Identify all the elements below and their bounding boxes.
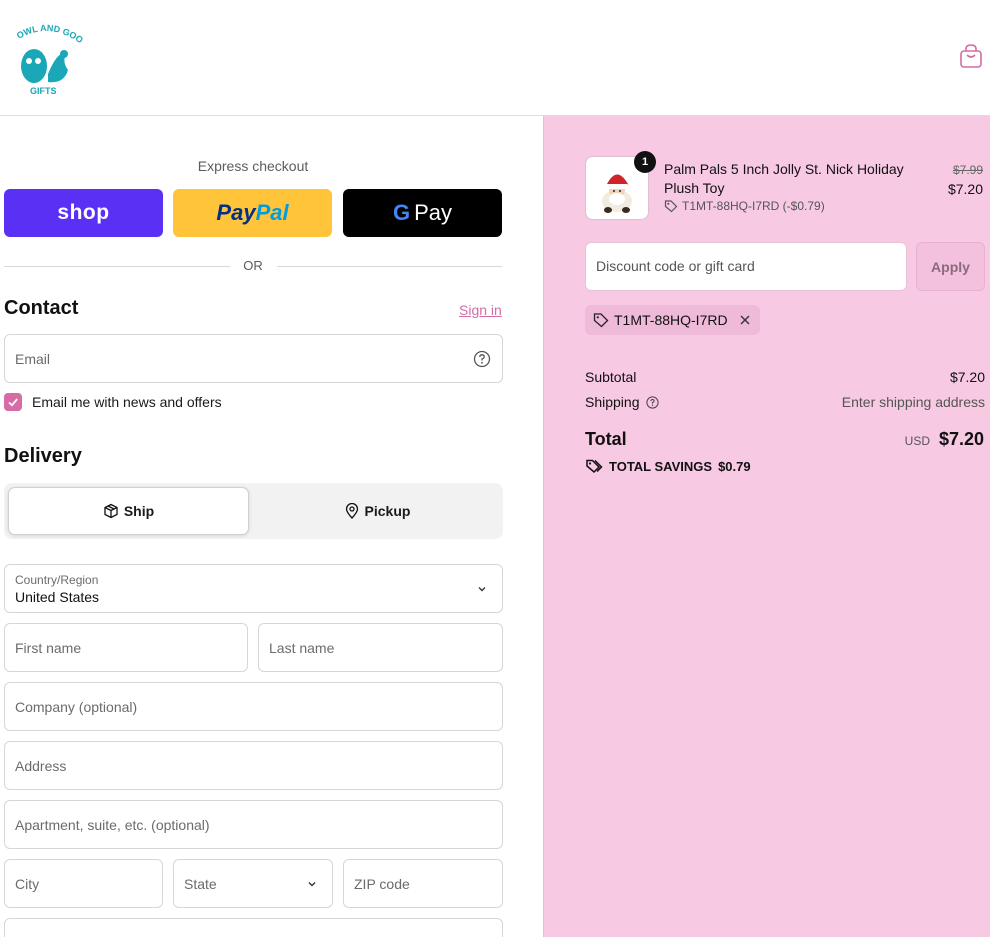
state-placeholder: State xyxy=(184,875,217,892)
product-discount: T1MT-88HQ-I7RD (-$0.79) xyxy=(664,199,825,213)
tab-pickup-label: Pickup xyxy=(364,503,411,519)
tags-icon xyxy=(586,459,603,474)
help-circle-icon[interactable] xyxy=(646,396,659,409)
item-price: $7.20 xyxy=(947,181,983,197)
sign-in-link[interactable]: Sign in xyxy=(459,302,502,318)
express-checkout-label: Express checkout xyxy=(197,158,309,174)
checkmark-icon xyxy=(8,398,18,407)
email-field[interactable]: Email xyxy=(4,334,503,383)
total-savings: TOTAL SAVINGS $0.79 xyxy=(585,457,751,475)
total-value: $7.20 xyxy=(938,429,984,449)
currency-code: USD xyxy=(904,434,930,448)
savings-value: $0.79 xyxy=(718,458,751,474)
phone-field[interactable] xyxy=(4,918,503,937)
city-placeholder: City xyxy=(15,875,40,892)
total-label: Total xyxy=(585,429,627,449)
original-price: $7.99 xyxy=(952,163,983,177)
zip-field[interactable]: ZIP code xyxy=(343,859,503,908)
paypal-label-part1: Pay xyxy=(216,200,256,225)
logo-top-text: OWL AND GOOSE xyxy=(4,14,85,45)
paypal-button[interactable]: Pay Pal xyxy=(173,189,332,237)
shop-pay-label: shop xyxy=(57,201,110,224)
tab-ship[interactable]: Ship xyxy=(8,487,249,535)
email-placeholder: Email xyxy=(15,350,51,367)
subtotal-label: Subtotal xyxy=(585,369,637,385)
first-name-field[interactable]: First name xyxy=(4,623,248,672)
google-pay-label: Pay xyxy=(414,200,453,225)
applied-code-chip: T1MT-88HQ-I7RD xyxy=(585,305,760,335)
address-field[interactable]: Address xyxy=(4,741,503,790)
shipping-row: Shipping Enter shipping address xyxy=(585,394,985,410)
owl-and-goose-logo[interactable]: OWL AND GOOSE GIFTS xyxy=(4,14,88,98)
checkout-form: Express checkout shop Pay Pal G Pay OR Co… xyxy=(0,116,543,937)
savings-label: TOTAL SAVINGS xyxy=(609,458,713,474)
or-divider: OR xyxy=(4,257,502,275)
applied-code-text: T1MT-88HQ-I7RD xyxy=(614,312,728,328)
tag-icon xyxy=(664,200,678,213)
discount-code-input[interactable]: Discount code or gift card xyxy=(585,242,907,291)
paypal-label-part2: Pal xyxy=(255,200,289,225)
apply-button[interactable]: Apply xyxy=(916,242,985,291)
address-placeholder: Address xyxy=(15,757,67,774)
state-select[interactable]: State xyxy=(173,859,333,908)
country-select[interactable]: Country/Region United States xyxy=(4,564,503,613)
city-field[interactable]: City xyxy=(4,859,163,908)
delivery-method-tabs: Ship Pickup xyxy=(4,483,503,539)
tag-icon xyxy=(593,313,609,328)
shipping-value: Enter shipping address xyxy=(841,394,985,410)
subtotal-value: $7.20 xyxy=(949,369,985,385)
remove-code-close-icon[interactable] xyxy=(738,313,752,327)
company-field[interactable]: Company (optional) xyxy=(4,682,503,731)
shopping-bag-icon[interactable] xyxy=(959,43,983,69)
product-name: Palm Pals 5 Inch Jolly St. Nick Holiday … xyxy=(664,161,904,196)
newsletter-row[interactable]: Email me with news and offers xyxy=(4,392,222,412)
or-text: OR xyxy=(243,258,263,273)
product-discount-code: T1MT-88HQ-I7RD (-$0.79) xyxy=(682,199,825,213)
first-name-placeholder: First name xyxy=(15,639,82,656)
zip-placeholder: ZIP code xyxy=(354,875,410,892)
chevron-down-icon xyxy=(308,881,316,886)
last-name-placeholder: Last name xyxy=(269,639,335,656)
shop-pay-button[interactable]: shop xyxy=(4,189,163,237)
tab-pickup[interactable]: Pickup xyxy=(255,487,499,535)
logo-bottom-text: GIFTS xyxy=(30,86,57,96)
chevron-down-icon xyxy=(478,586,486,591)
delivery-title: Delivery xyxy=(4,445,82,467)
company-placeholder: Company (optional) xyxy=(15,698,138,715)
newsletter-checkbox[interactable] xyxy=(4,393,22,411)
product-thumbnail: 1 xyxy=(585,151,656,220)
last-name-field[interactable]: Last name xyxy=(258,623,503,672)
tab-ship-label: Ship xyxy=(123,503,155,519)
help-circle-icon[interactable] xyxy=(473,350,491,368)
country-value: United States xyxy=(15,589,100,605)
apartment-field[interactable]: Apartment, suite, etc. (optional) xyxy=(4,800,503,849)
discount-placeholder: Discount code or gift card xyxy=(596,258,755,274)
box-icon xyxy=(104,503,118,519)
apartment-placeholder: Apartment, suite, etc. (optional) xyxy=(15,816,210,833)
contact-title: Contact xyxy=(4,297,79,319)
newsletter-label: Email me with news and offers xyxy=(32,394,222,410)
site-header: OWL AND GOOSE GIFTS xyxy=(0,0,990,116)
shipping-label: Shipping xyxy=(585,394,640,410)
order-summary: 1 Palm Pals 5 Inch Jolly St. Nick Holida… xyxy=(543,116,990,937)
google-pay-button[interactable]: G Pay xyxy=(343,189,502,237)
location-pin-icon xyxy=(345,503,358,519)
country-label: Country/Region xyxy=(15,573,99,587)
quantity-badge: 1 xyxy=(634,151,656,173)
google-g-icon: G xyxy=(392,200,411,225)
subtotal-row: Subtotal $7.20 xyxy=(585,369,985,385)
